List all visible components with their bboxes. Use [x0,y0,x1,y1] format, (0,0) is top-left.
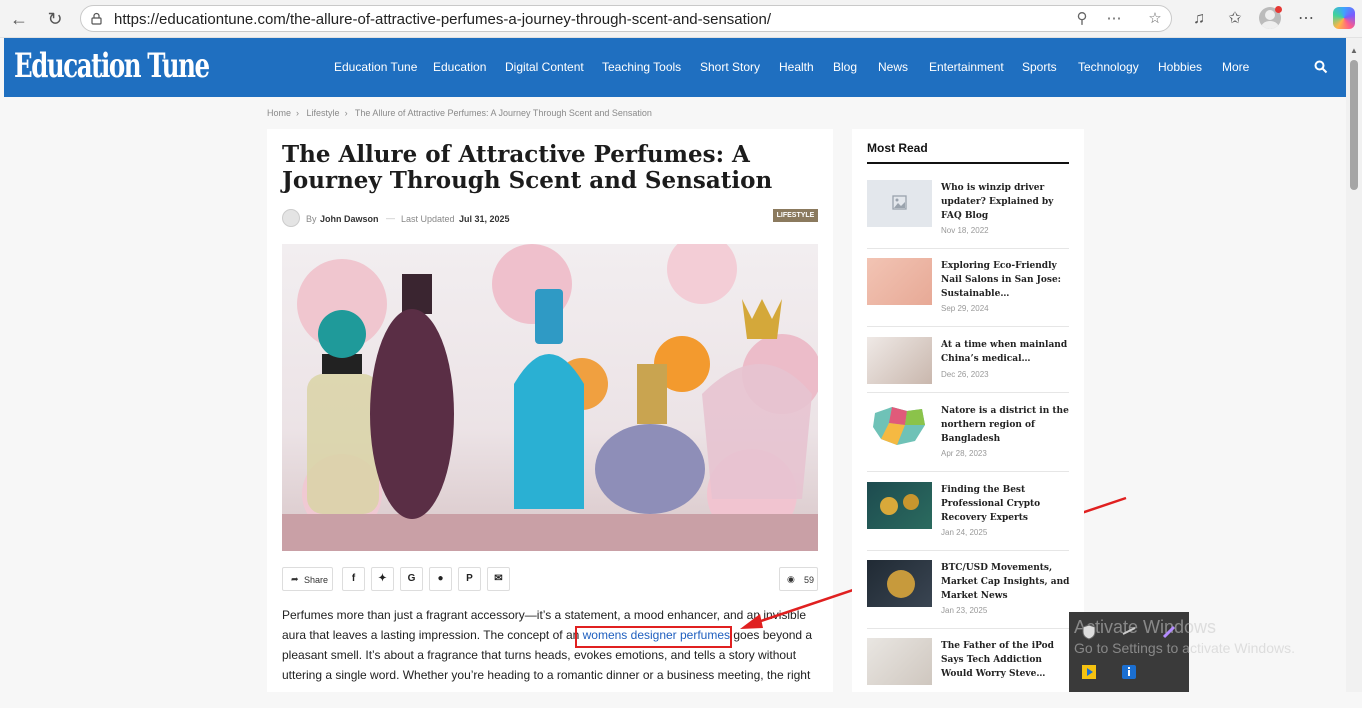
most-read-item[interactable]: Exploring Eco-Friendly Nail Salons in Sa… [867,258,1069,328]
most-read-title[interactable]: Natore is a district in the northern reg… [941,404,1071,446]
activate-windows-subtitle[interactable]: Go to Settings to activate Windows. [1074,640,1295,656]
most-read-title[interactable]: The Father of the iPod Says Tech Addicti… [941,639,1071,681]
media-player-icon[interactable] [1081,664,1097,680]
divider [867,248,1069,249]
ipod-thumbnail[interactable] [867,638,932,685]
divider [867,628,1069,629]
pen-icon[interactable] [1161,624,1177,640]
most-read-item[interactable]: At a time when mainland China’s medical…… [867,337,1069,407]
most-read-item[interactable]: Finding the Best Professional Crypto Rec… [867,482,1069,552]
most-read-heading: Most Read [867,141,928,155]
most-read-date: Dec 26, 2023 [941,370,989,379]
sidebar-most-read: Most Read Who is winzip driver updater? … [852,129,1084,692]
most-read-item[interactable]: Who is winzip driver updater? Explained … [867,180,1069,250]
info-icon[interactable] [1121,664,1137,680]
most-read-date: Jan 24, 2025 [941,528,988,537]
most-read-title[interactable]: BTC/USD Movements, Market Cap Insights, … [941,561,1071,603]
most-read-date: Jan 23, 2025 [941,606,988,615]
divider [867,471,1069,472]
nail-salon-thumbnail[interactable] [867,258,932,305]
most-read-date: Sep 29, 2024 [941,304,989,313]
most-read-title[interactable]: Finding the Best Professional Crypto Rec… [941,483,1071,525]
btc-thumbnail[interactable] [867,560,932,607]
medical-thumbnail[interactable] [867,337,932,384]
most-read-item[interactable]: BTC/USD Movements, Market Cap Insights, … [867,560,1069,630]
divider [867,550,1069,551]
shield-icon[interactable] [1081,624,1097,640]
most-read-title[interactable]: Exploring Eco-Friendly Nail Salons in Sa… [941,259,1071,301]
divider [867,326,1069,327]
crypto-thumbnail[interactable] [867,482,932,529]
most-read-item[interactable]: Natore is a district in the northern reg… [867,403,1069,473]
map-thumbnail[interactable] [867,403,932,450]
placeholder-image-icon[interactable] [867,180,932,227]
most-read-date: Nov 18, 2022 [941,226,989,235]
most-read-item[interactable]: The Father of the iPod Says Tech Addicti… [867,638,1069,708]
annotation-arrow [740,496,1127,629]
network-icon[interactable] [1121,624,1137,640]
heading-underline [867,162,1069,164]
divider [867,392,1069,393]
most-read-title[interactable]: At a time when mainland China’s medical… [941,338,1071,366]
most-read-title[interactable]: Who is winzip driver updater? Explained … [941,181,1071,223]
most-read-date: Apr 28, 2023 [941,449,987,458]
